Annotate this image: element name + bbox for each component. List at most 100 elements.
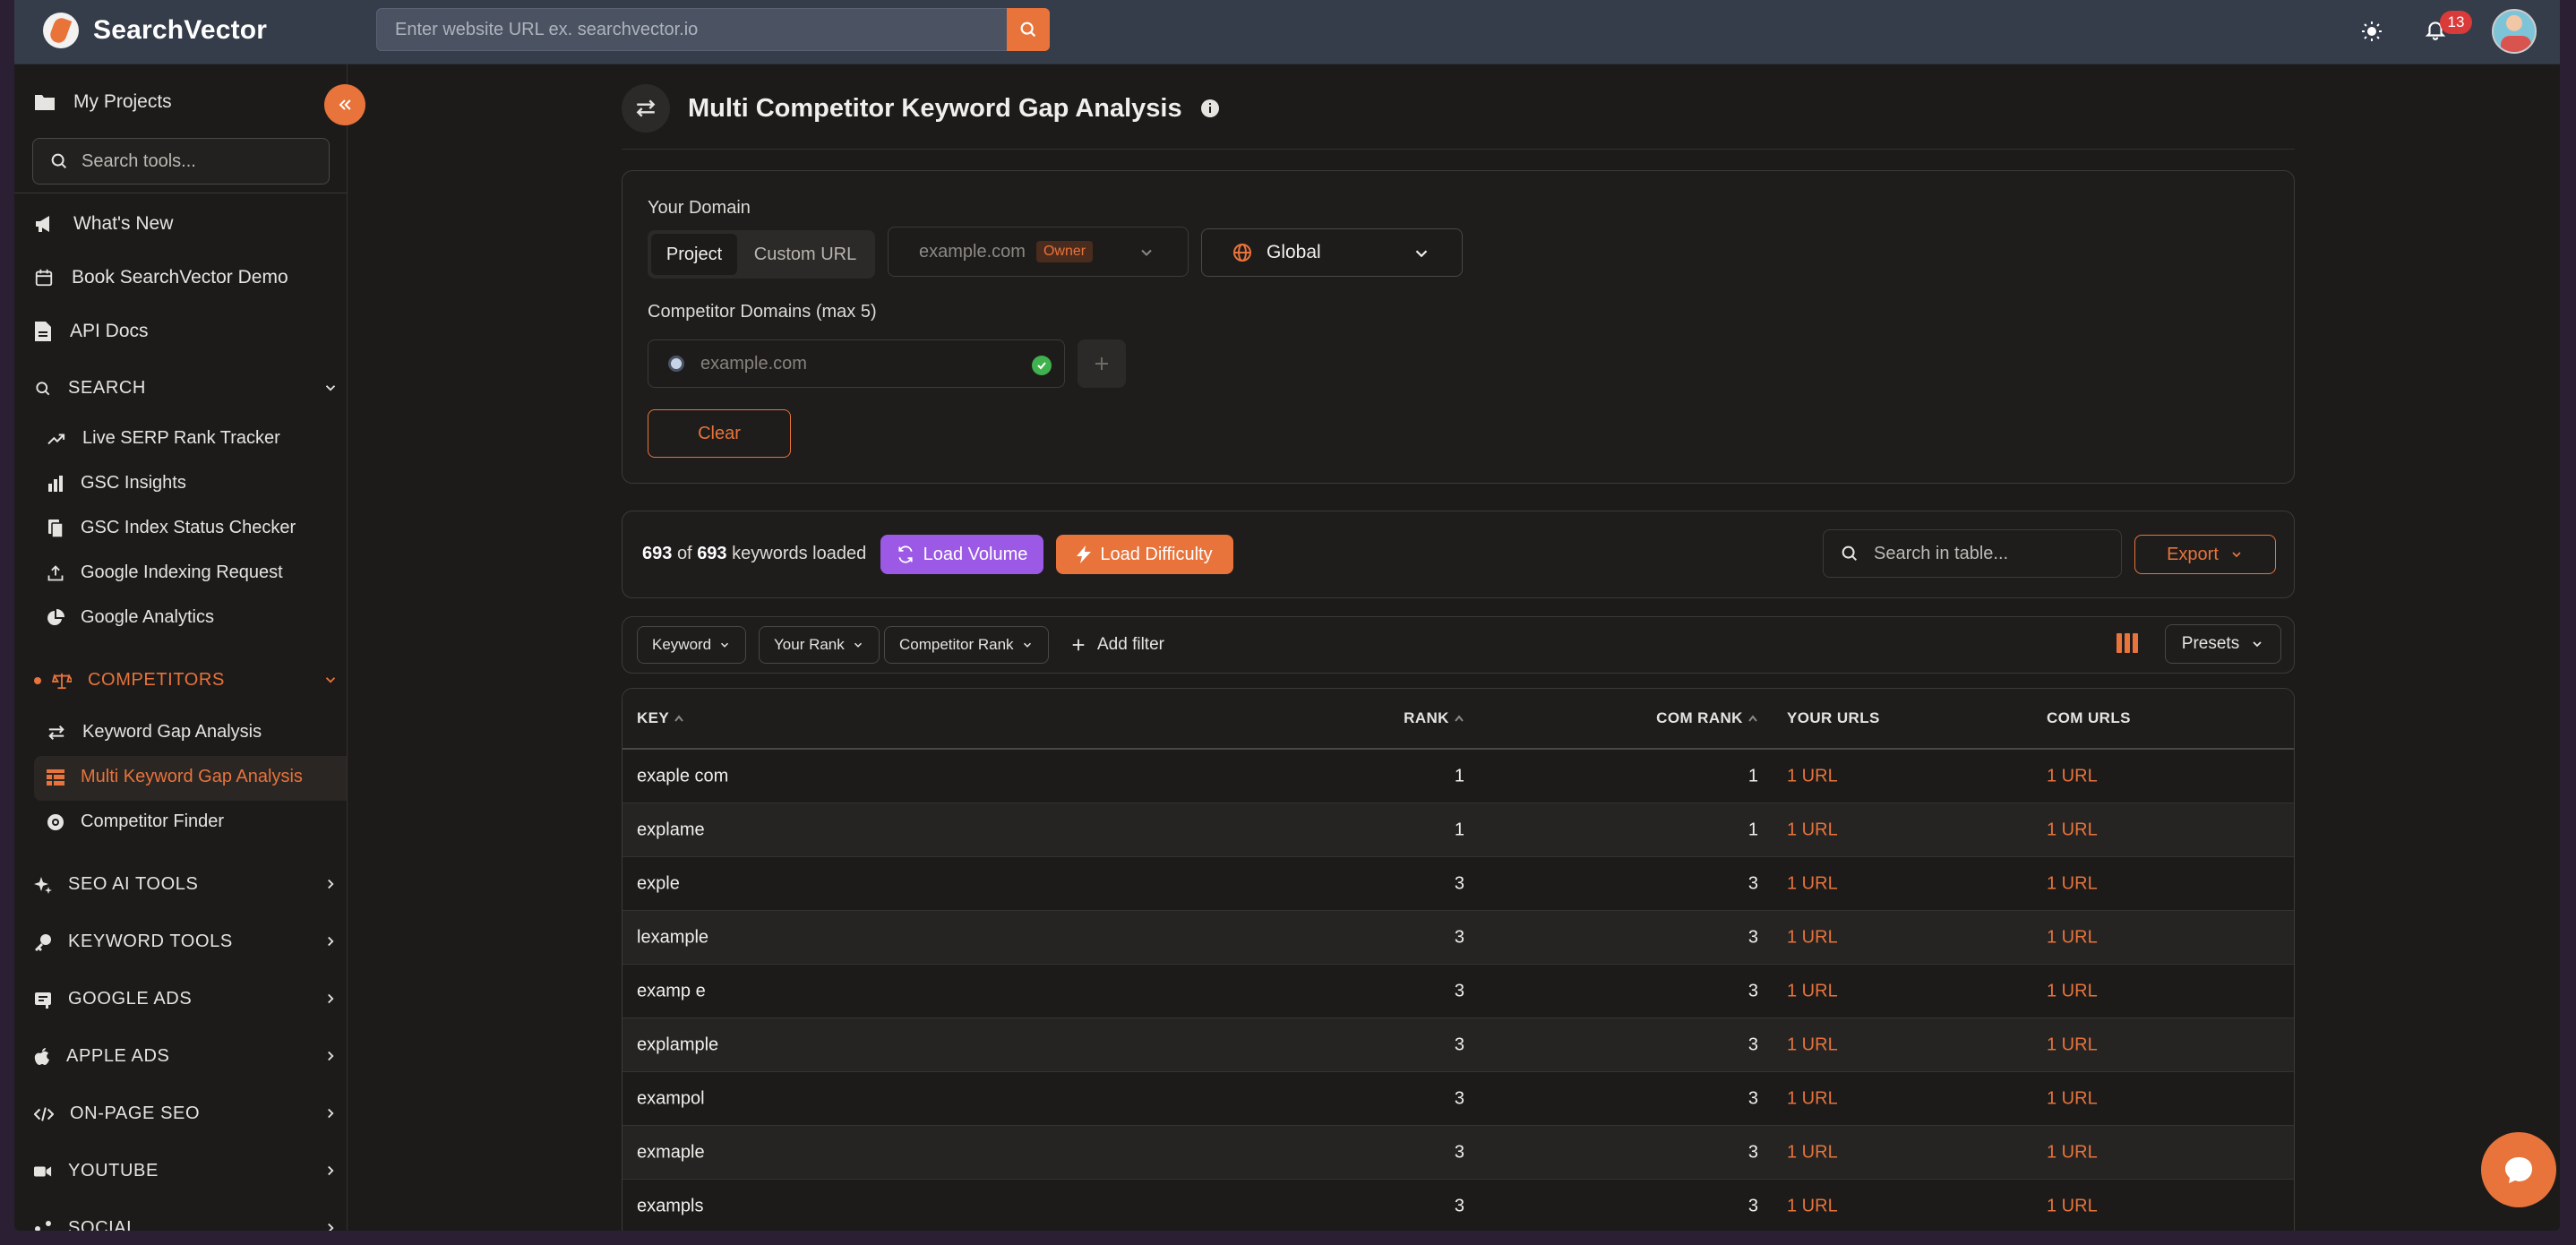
cell-your-urls-link[interactable]: 1 URL bbox=[1787, 766, 1838, 786]
sort-asc-icon bbox=[674, 715, 683, 722]
sidebar-section-search[interactable]: SEARCH bbox=[34, 378, 339, 399]
add-filter-button[interactable]: Add filter bbox=[1070, 626, 1164, 664]
sidebar-item-multi-keyword-gap[interactable]: Multi Keyword Gap Analysis bbox=[47, 767, 303, 787]
sidebar-section-seo-ai-tools[interactable]: SEO AI TOOLS bbox=[34, 874, 339, 895]
sidebar-section-on-page-seo[interactable]: ON-PAGE SEO bbox=[34, 1103, 339, 1124]
column-header-key[interactable]: KEY bbox=[637, 709, 684, 727]
sidebar-item-gsc-index[interactable]: GSC Index Status Checker bbox=[47, 518, 296, 538]
sparkle-icon bbox=[34, 876, 52, 894]
sidebar-section-competitors[interactable]: COMPETITORS bbox=[34, 670, 339, 691]
sidebar-item-keyword-gap[interactable]: Keyword Gap Analysis bbox=[47, 722, 262, 743]
load-difficulty-button[interactable]: Load Difficulty bbox=[1056, 535, 1233, 574]
sidebar-section-label: COMPETITORS bbox=[88, 670, 225, 690]
cell-com-urls-link[interactable]: 1 URL bbox=[2047, 766, 2098, 786]
column-header-com-rank[interactable]: COM RANK bbox=[1656, 709, 1758, 727]
mode-project-button[interactable]: Project bbox=[651, 234, 737, 275]
sidebar-search-input[interactable] bbox=[82, 150, 314, 172]
column-header-com-urls[interactable]: COM URLS bbox=[2047, 709, 2131, 727]
add-competitor-button[interactable] bbox=[1078, 339, 1126, 388]
cell-com-rank: 3 bbox=[1747, 1035, 1758, 1054]
table-row[interactable]: lexample 3 3 1 URL 1 URL bbox=[623, 911, 2294, 965]
logo[interactable]: SearchVector bbox=[43, 13, 267, 48]
mode-custom-url-button[interactable]: Custom URL bbox=[741, 234, 870, 275]
sidebar-item-google-analytics[interactable]: Google Analytics bbox=[47, 607, 214, 628]
sidebar-section-youtube[interactable]: YOUTUBE bbox=[34, 1161, 339, 1181]
sidebar-item-live-serp[interactable]: Live SERP Rank Tracker bbox=[47, 428, 280, 449]
column-header-your-urls[interactable]: YOUR URLS bbox=[1787, 709, 1880, 727]
sidebar-item-whats-new[interactable]: What's New bbox=[34, 213, 173, 235]
sidebar-item-google-indexing[interactable]: Google Indexing Request bbox=[47, 562, 283, 583]
load-volume-button[interactable]: Load Volume bbox=[880, 535, 1043, 574]
cell-key: exampls bbox=[637, 1196, 704, 1215]
page-title: Multi Competitor Keyword Gap Analysis bbox=[688, 93, 1182, 123]
table-row[interactable]: exmaple 3 3 1 URL 1 URL bbox=[623, 1126, 2294, 1180]
notifications-button[interactable]: 13 bbox=[2424, 11, 2472, 45]
competitor-domain-input[interactable] bbox=[700, 353, 1023, 374]
cell-your-urls-link[interactable]: 1 URL bbox=[1787, 927, 1838, 948]
user-avatar[interactable] bbox=[2492, 9, 2537, 54]
columns-icon[interactable] bbox=[2117, 633, 2138, 653]
sidebar-item-label: Live SERP Rank Tracker bbox=[82, 428, 280, 448]
table-row[interactable]: exampls 3 3 1 URL 1 URL bbox=[623, 1180, 2294, 1231]
table-row[interactable]: explample 3 3 1 URL 1 URL bbox=[623, 1018, 2294, 1072]
cell-com-urls-link[interactable]: 1 URL bbox=[2047, 927, 2098, 948]
sidebar-item-api-docs[interactable]: API Docs bbox=[34, 321, 149, 342]
owner-badge: Owner bbox=[1035, 241, 1094, 262]
cell-key: examp e bbox=[637, 981, 706, 1000]
upload-icon bbox=[47, 564, 64, 580]
cell-com-rank: 3 bbox=[1747, 873, 1758, 893]
cell-your-urls-link[interactable]: 1 URL bbox=[1787, 820, 1838, 840]
chevron-right-icon bbox=[328, 993, 334, 1004]
clear-button[interactable]: Clear bbox=[648, 409, 791, 458]
table-header: KEY RANK COM RANK YOUR URLS COM URLS bbox=[623, 689, 2294, 750]
cell-com-urls-link[interactable]: 1 URL bbox=[2047, 1035, 2098, 1055]
cell-com-urls-link[interactable]: 1 URL bbox=[2047, 981, 2098, 1001]
sidebar-collapse-button[interactable] bbox=[324, 84, 365, 125]
cell-com-urls-link[interactable]: 1 URL bbox=[2047, 1196, 2098, 1216]
theme-toggle-sun-icon[interactable] bbox=[2361, 21, 2383, 42]
app-window: SearchVector 13 My Projects bbox=[14, 0, 2560, 1231]
column-header-rank[interactable]: RANK bbox=[1404, 709, 1464, 727]
sidebar-item-gsc-insights[interactable]: GSC Insights bbox=[47, 473, 186, 494]
sidebar-item-competitor-finder[interactable]: Competitor Finder bbox=[47, 811, 224, 832]
cell-your-urls-link[interactable]: 1 URL bbox=[1787, 1088, 1838, 1109]
sidebar-section-social[interactable]: SOCIAL bbox=[34, 1218, 339, 1231]
cell-com-urls-link[interactable]: 1 URL bbox=[2047, 1088, 2098, 1109]
cell-your-urls-link[interactable]: 1 URL bbox=[1787, 1035, 1838, 1055]
cell-your-urls-link[interactable]: 1 URL bbox=[1787, 1196, 1838, 1216]
filter-keyword[interactable]: Keyword bbox=[637, 626, 747, 664]
table-row[interactable]: exaple com 1 1 1 URL 1 URL bbox=[623, 750, 2294, 803]
info-icon[interactable] bbox=[1200, 99, 1220, 118]
filter-your-rank[interactable]: Your Rank bbox=[759, 626, 880, 664]
cell-com-urls-link[interactable]: 1 URL bbox=[2047, 1142, 2098, 1163]
region-select[interactable]: Global bbox=[1201, 228, 1463, 277]
table-row[interactable]: exampol 3 3 1 URL 1 URL bbox=[623, 1072, 2294, 1126]
url-search-input[interactable] bbox=[377, 9, 995, 50]
filter-competitor-rank[interactable]: Competitor Rank bbox=[884, 626, 1049, 664]
search-icon bbox=[51, 153, 67, 169]
chevron-right-icon bbox=[328, 1165, 334, 1176]
presets-button[interactable]: Presets bbox=[2165, 624, 2281, 664]
favicon-icon bbox=[668, 356, 684, 372]
sidebar-my-projects[interactable]: My Projects bbox=[34, 91, 172, 113]
project-domain-select[interactable]: example.com Owner bbox=[888, 227, 1189, 277]
sidebar-item-label: GSC Index Status Checker bbox=[81, 518, 296, 537]
url-search-button[interactable] bbox=[1007, 8, 1050, 51]
cell-your-urls-link[interactable]: 1 URL bbox=[1787, 1142, 1838, 1163]
table-row[interactable]: explame 1 1 1 URL 1 URL bbox=[623, 803, 2294, 857]
cell-your-urls-link[interactable]: 1 URL bbox=[1787, 981, 1838, 1001]
competitor-domains-label: Competitor Domains (max 5) bbox=[648, 302, 877, 322]
chat-support-button[interactable] bbox=[2481, 1132, 2556, 1207]
sidebar-section-google-ads[interactable]: GOOGLE ADS bbox=[34, 989, 339, 1009]
sidebar-item-book-demo[interactable]: Book SearchVector Demo bbox=[34, 267, 288, 288]
sidebar-section-keyword-tools[interactable]: KEYWORD TOOLS bbox=[34, 932, 339, 952]
cell-your-urls-link[interactable]: 1 URL bbox=[1787, 873, 1838, 894]
cell-com-urls-link[interactable]: 1 URL bbox=[2047, 873, 2098, 894]
export-button[interactable]: Export bbox=[2134, 535, 2276, 574]
table-row[interactable]: examp e 3 3 1 URL 1 URL bbox=[623, 965, 2294, 1018]
table-search-input[interactable] bbox=[1874, 543, 2107, 564]
cell-com-urls-link[interactable]: 1 URL bbox=[2047, 820, 2098, 840]
sidebar-section-apple-ads[interactable]: APPLE ADS bbox=[34, 1046, 339, 1067]
table-row[interactable]: exple 3 3 1 URL 1 URL bbox=[623, 857, 2294, 911]
cell-key: lexample bbox=[637, 927, 709, 947]
